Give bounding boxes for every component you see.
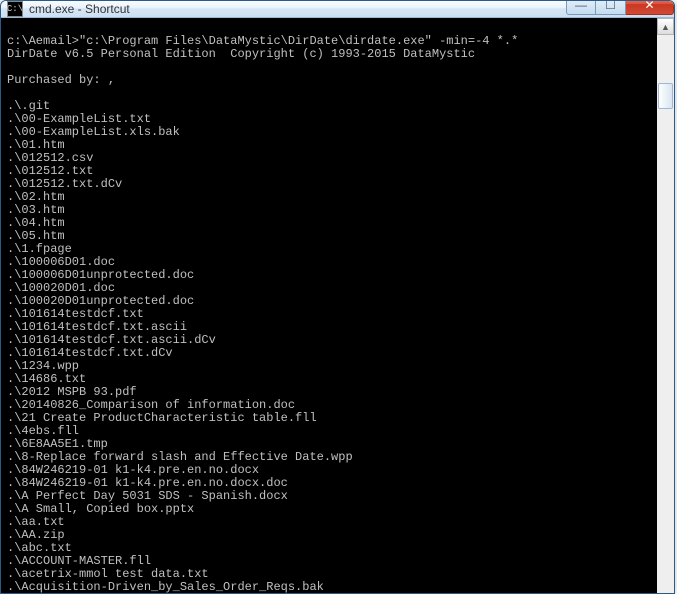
window-controls: — ☐ ✕ <box>566 0 674 15</box>
app-window: C:\ cmd.exe - Shortcut — ☐ ✕ c:\Aemail>"… <box>0 0 675 594</box>
minimize-button[interactable]: — <box>566 0 596 15</box>
cmd-icon: C:\ <box>7 1 23 17</box>
window-title: cmd.exe - Shortcut <box>29 2 130 16</box>
scroll-up-button[interactable]: ▲ <box>657 18 674 35</box>
titlebar[interactable]: C:\ cmd.exe - Shortcut — ☐ ✕ <box>1 1 674 18</box>
close-icon: ✕ <box>644 0 654 12</box>
scrollbar-track[interactable] <box>657 35 674 594</box>
maximize-button[interactable]: ☐ <box>596 0 626 15</box>
chevron-up-icon: ▲ <box>661 22 670 32</box>
minimize-icon: — <box>575 0 587 12</box>
vertical-scrollbar[interactable]: ▲ ▼ <box>657 18 674 594</box>
scrollbar-thumb[interactable] <box>658 83 673 109</box>
content-area: c:\Aemail>"c:\Program Files\DataMystic\D… <box>1 18 674 594</box>
close-button[interactable]: ✕ <box>626 0 674 15</box>
terminal-output[interactable]: c:\Aemail>"c:\Program Files\DataMystic\D… <box>1 18 657 594</box>
maximize-icon: ☐ <box>605 0 616 12</box>
